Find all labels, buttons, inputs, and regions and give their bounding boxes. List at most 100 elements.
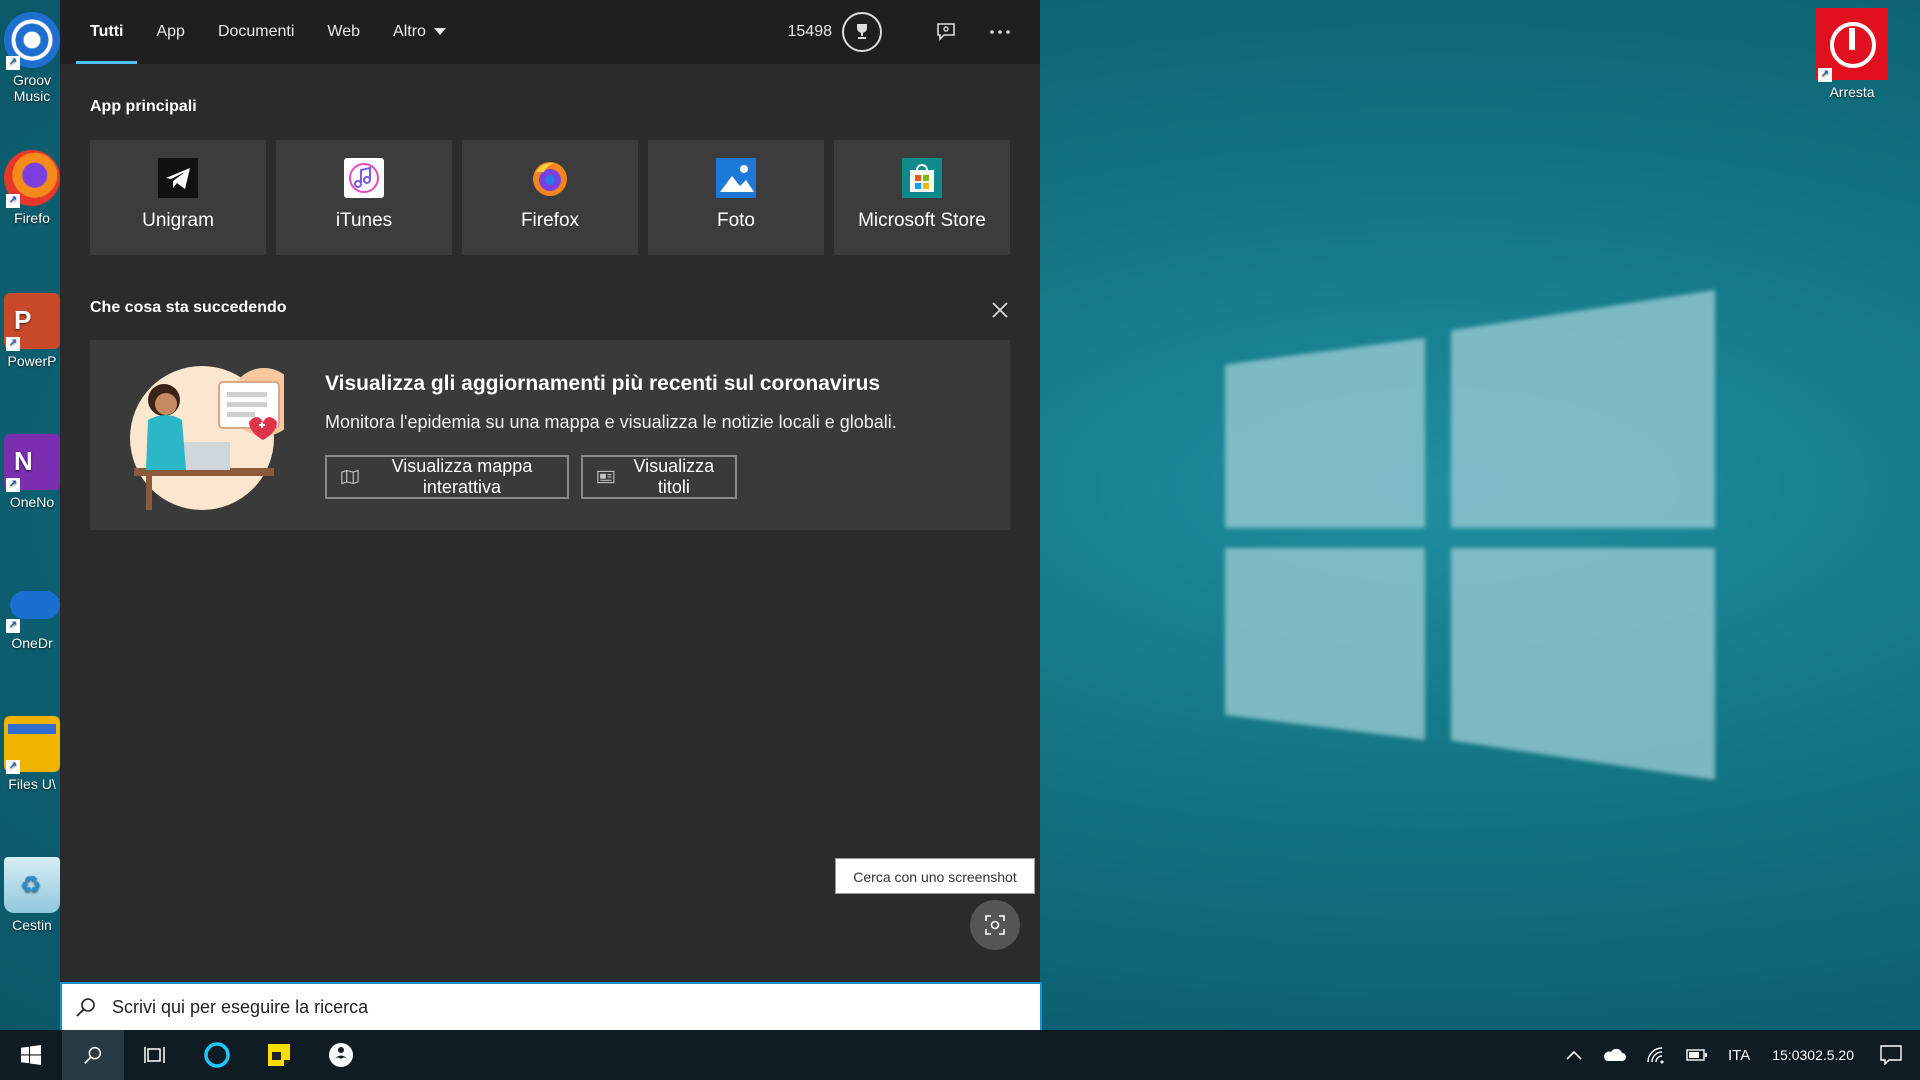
search-icon bbox=[84, 1046, 102, 1064]
clock-time: 15:03 bbox=[1772, 1047, 1808, 1063]
task-view-button[interactable] bbox=[124, 1030, 186, 1080]
desktop-icon-recycle-bin[interactable]: ♻ Cestin bbox=[0, 857, 60, 933]
tab-apps[interactable]: App bbox=[156, 0, 184, 64]
view-interactive-map-label: Visualizza mappa interattiva bbox=[391, 456, 533, 497]
desktop-icon-powerpoint[interactable]: P ↗ PowerP bbox=[0, 293, 60, 369]
search-panel: Tutti App Documenti Web Altro 15498 App … bbox=[60, 0, 1040, 982]
top-apps-title: App principali bbox=[90, 98, 197, 115]
feedback-icon bbox=[937, 23, 955, 41]
photos-icon bbox=[716, 158, 756, 198]
chevron-down-icon bbox=[433, 28, 446, 36]
cortana-button[interactable] bbox=[186, 1030, 248, 1080]
screenshot-search-button[interactable] bbox=[970, 900, 1020, 950]
tab-documents[interactable]: Documenti bbox=[218, 0, 294, 64]
top-apps-list: Unigram iTunes Firefox Foto Microsoft St… bbox=[90, 140, 1010, 255]
app-tile-label: Foto bbox=[716, 210, 756, 231]
view-headlines-label: Visualizza titoli bbox=[633, 456, 715, 497]
chevron-up-icon bbox=[1566, 1050, 1582, 1060]
desktop-icon-groove-music[interactable]: ↗ Groov Music bbox=[0, 12, 60, 104]
app-tile-label: Unigram bbox=[142, 210, 214, 231]
desktop-icon-label: Groov bbox=[12, 72, 52, 88]
desktop-icon-label: Files U\ bbox=[8, 776, 56, 792]
search-input[interactable] bbox=[110, 995, 994, 1019]
shortcut-arrow-icon: ↗ bbox=[6, 337, 20, 351]
cortana-icon bbox=[204, 1042, 230, 1068]
more-options-button[interactable] bbox=[980, 12, 1020, 52]
feedback-button[interactable] bbox=[926, 12, 966, 52]
app-tile-photos[interactable]: Foto bbox=[648, 140, 824, 255]
desktop-icon-label: Music bbox=[13, 88, 51, 104]
clock[interactable]: 15:03 02.5.20 bbox=[1760, 1030, 1866, 1080]
screenshot-search-tooltip: Cerca con uno screenshot bbox=[835, 858, 1035, 894]
task-view-icon bbox=[144, 1047, 165, 1063]
tab-more-label: Altro bbox=[393, 23, 426, 40]
desktop-icon-label: Firefo bbox=[14, 210, 50, 226]
shortcut-arrow-icon: ↗ bbox=[6, 478, 20, 492]
desktop-icon-label: PowerP bbox=[7, 353, 57, 369]
windows-logo-wallpaper bbox=[1225, 290, 1715, 790]
tab-web[interactable]: Web bbox=[327, 0, 360, 64]
screenshot-icon bbox=[985, 915, 1005, 935]
close-icon bbox=[992, 302, 1008, 318]
cloud-icon bbox=[1604, 1048, 1626, 1061]
shortcut-arrow-icon: ↗ bbox=[6, 56, 20, 70]
desktop-icon-onenote[interactable]: N ↗ OneNo bbox=[0, 434, 60, 510]
shortcut-arrow-icon: ↗ bbox=[1818, 68, 1832, 82]
xbox-icon bbox=[329, 1043, 353, 1067]
close-button[interactable] bbox=[988, 298, 1012, 322]
windows-icon bbox=[21, 1045, 41, 1065]
start-button[interactable] bbox=[0, 1030, 62, 1080]
sticky-notes-icon bbox=[268, 1044, 290, 1066]
app-tile-firefox[interactable]: Firefox bbox=[462, 140, 638, 255]
search-header-actions: 15498 bbox=[788, 0, 1021, 64]
unigram-icon bbox=[158, 158, 198, 198]
news-title: Visualizza gli aggiornamenti più recenti… bbox=[325, 372, 881, 395]
trophy-icon[interactable] bbox=[842, 12, 882, 52]
desktop-icon-onedrive[interactable]: ↗ OneDr bbox=[0, 575, 60, 651]
search-icon bbox=[76, 998, 95, 1017]
desktop-left-icons: ↗ Groov Music ↗ Firefo P ↗ PowerP N ↗ On… bbox=[0, 0, 60, 1030]
desktop-icon-label: OneDr bbox=[11, 635, 53, 651]
desktop-icon-firefox[interactable]: ↗ Firefo bbox=[0, 150, 60, 226]
battery-icon bbox=[1686, 1049, 1707, 1061]
search-box bbox=[60, 982, 1042, 1032]
desktop-icon-label: OneNo bbox=[9, 494, 55, 510]
desktop-icon-files-uwp[interactable]: ↗ Files U\ bbox=[0, 716, 60, 792]
desktop-icon-label: Arresta bbox=[1829, 84, 1875, 100]
app-tile-label: iTunes bbox=[335, 210, 393, 231]
coronavirus-card: Visualizza gli aggiornamenti più recenti… bbox=[90, 340, 1010, 530]
app-tile-label: Microsoft Store bbox=[858, 210, 986, 231]
app-tile-itunes[interactable]: iTunes bbox=[276, 140, 452, 255]
itunes-icon bbox=[344, 158, 384, 198]
view-headlines-button[interactable]: Visualizza titoli bbox=[581, 455, 737, 499]
map-icon bbox=[341, 469, 359, 485]
taskbar-search-button[interactable] bbox=[62, 1030, 124, 1080]
input-language-button[interactable]: ITA bbox=[1718, 1030, 1760, 1080]
battery-button[interactable] bbox=[1676, 1030, 1718, 1080]
tab-all[interactable]: Tutti bbox=[75, 0, 139, 64]
notifications-icon bbox=[1880, 1045, 1902, 1065]
onedrive-tray-button[interactable] bbox=[1592, 1030, 1636, 1080]
app-tile-label: Firefox bbox=[520, 210, 580, 231]
app-tile-microsoft-store[interactable]: Microsoft Store bbox=[834, 140, 1010, 255]
whats-happening-title: Che cosa sta succedendo bbox=[90, 299, 287, 316]
desktop-icon-shutdown[interactable]: ↗ Arresta bbox=[1812, 8, 1892, 100]
view-interactive-map-button[interactable]: Visualizza mappa interattiva bbox=[325, 455, 569, 499]
shortcut-arrow-icon: ↗ bbox=[6, 619, 20, 633]
xbox-button[interactable] bbox=[310, 1030, 372, 1080]
show-hidden-icons-button[interactable] bbox=[1556, 1030, 1592, 1080]
clock-date: 02.5.20 bbox=[1807, 1047, 1854, 1063]
system-tray: ITA 15:03 02.5.20 bbox=[1556, 1030, 1920, 1080]
desktop-icon-label: Cestin bbox=[12, 917, 52, 933]
sticky-notes-button[interactable] bbox=[248, 1030, 310, 1080]
network-button[interactable] bbox=[1636, 1030, 1676, 1080]
search-tabs: Tutti App Documenti Web Altro 15498 bbox=[60, 0, 1040, 64]
app-tile-unigram[interactable]: Unigram bbox=[90, 140, 266, 255]
rewards-points: 15498 bbox=[787, 23, 833, 40]
news-icon bbox=[597, 470, 615, 484]
shortcut-arrow-icon: ↗ bbox=[6, 760, 20, 774]
shortcut-arrow-icon: ↗ bbox=[6, 194, 20, 208]
store-icon bbox=[902, 158, 942, 198]
tab-more[interactable]: Altro bbox=[393, 0, 446, 64]
action-center-button[interactable] bbox=[1866, 1030, 1920, 1080]
